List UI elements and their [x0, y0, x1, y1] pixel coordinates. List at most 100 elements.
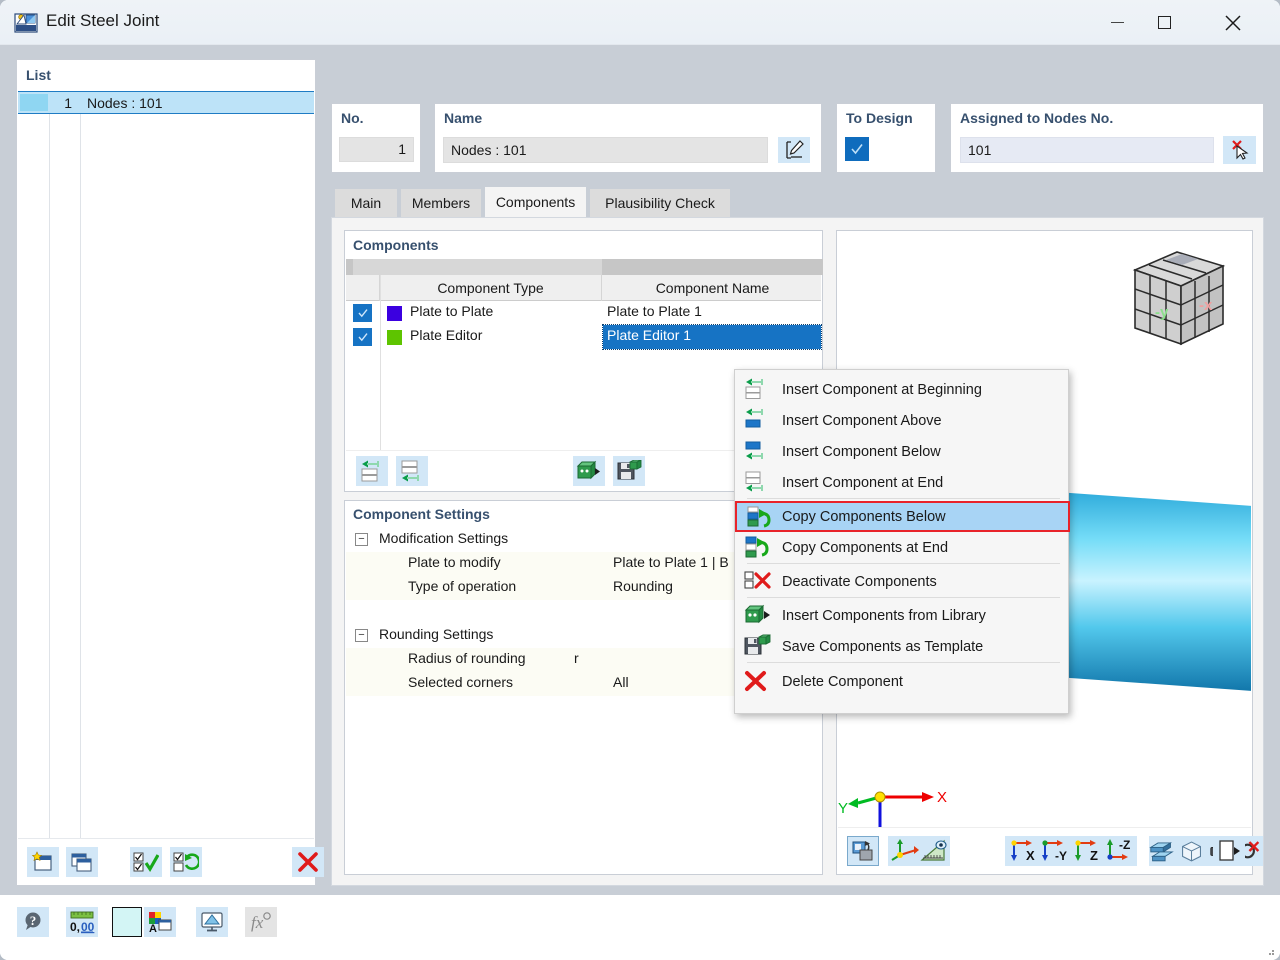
column-header-component-name[interactable]: Component Name [602, 275, 823, 301]
assigned-nodes-field-box: Assigned to Nodes No. 101 [950, 103, 1264, 173]
menu-item-insert-component-at-end[interactable]: Insert Component at End [736, 467, 1069, 498]
view-in-z-button[interactable]: Z [1069, 836, 1103, 866]
view-toolbar: X -Y Z -Z [838, 827, 1263, 873]
insert-from-library-button[interactable] [573, 456, 605, 486]
visualization-icon [201, 912, 223, 932]
menu-item-insert-component-at-beginning[interactable]: Insert Component at Beginning [736, 374, 1069, 405]
setting-value[interactable]: Plate to Plate 1 | B [613, 554, 729, 570]
setting-value[interactable]: Rounding [613, 578, 673, 594]
visualization-button[interactable] [196, 907, 228, 937]
tab-members-label: Members [411, 195, 471, 211]
list-item[interactable]: 1 Nodes : 101 [18, 91, 314, 114]
table-row[interactable]: Plate to Plate Plate to Plate 1 [346, 301, 821, 325]
copy-joint-button[interactable] [66, 847, 98, 877]
menu-item-insert-components-from-library[interactable]: Insert Components from Library [736, 600, 1069, 631]
list-item-label: Nodes : 101 [87, 94, 163, 111]
svg-text:0,: 0, [70, 920, 80, 934]
view-in-negative-z-button[interactable]: -Z [1101, 836, 1137, 866]
menu-item-delete-component[interactable]: Delete Component [736, 666, 1069, 697]
display-mode-group[interactable] [1149, 836, 1263, 866]
minimize-button[interactable] [1094, 0, 1140, 45]
assigned-nodes-pick-button[interactable] [1223, 136, 1256, 164]
main-tab-panel: Main Members Components Plausibility Che… [331, 185, 1264, 886]
name-field-box: Name Nodes : 101 [434, 103, 822, 173]
check-all-icon [133, 852, 159, 873]
insert-above-icon [744, 408, 774, 432]
no-label: No. [341, 110, 364, 126]
list-panel: List 1 Nodes : 101 [16, 59, 324, 886]
render-mode-icon [852, 841, 873, 861]
to-design-checkbox[interactable] [845, 137, 869, 161]
render-mode-button[interactable] [847, 836, 879, 866]
copy-at-end-icon [744, 535, 774, 559]
tab-members[interactable]: Members [401, 189, 481, 217]
component-color-swatch [387, 330, 402, 345]
tab-components[interactable]: Components [485, 187, 586, 217]
formula-icon: fx [251, 912, 271, 932]
collapse-icon[interactable]: − [355, 533, 368, 546]
close-button[interactable] [1210, 0, 1256, 45]
setting-label: Plate to modify [408, 554, 501, 570]
column-header-component-type[interactable]: Component Type [380, 275, 602, 301]
edit-pick-icon [786, 140, 804, 159]
close-icon [1225, 14, 1241, 31]
joint-list-grid[interactable]: 1 Nodes : 101 [18, 91, 314, 838]
row-enabled-checkbox[interactable] [353, 328, 372, 346]
setting-value[interactable]: All [613, 674, 629, 690]
view-in-negative-y-button[interactable]: -Y [1036, 836, 1072, 866]
help-button[interactable]: ? [17, 907, 49, 937]
solid-model-icon [1149, 842, 1174, 862]
menu-item-save-components-as-template[interactable]: Save Components as Template [736, 631, 1069, 662]
menu-separator [747, 563, 1060, 564]
insert-below-icon [744, 439, 774, 463]
no-value: 1 [339, 137, 414, 162]
menu-item-copy-components-at-end[interactable]: Copy Components at End [736, 532, 1069, 563]
select-all-button[interactable] [130, 847, 162, 877]
components-group-header [346, 259, 823, 275]
display-properties-button[interactable]: A [144, 907, 176, 937]
name-input[interactable]: Nodes : 101 [443, 137, 768, 163]
detach-view-button[interactable] [1213, 836, 1245, 866]
joint-color-swatch [20, 94, 48, 111]
name-edit-button[interactable] [778, 137, 810, 163]
save-as-template-button[interactable] [613, 456, 645, 486]
maximize-button[interactable] [1141, 0, 1187, 45]
settings-group-name: Rounding Settings [379, 626, 494, 642]
color-preview-button[interactable] [112, 907, 142, 937]
library-icon [744, 603, 774, 627]
menu-item-copy-components-below[interactable]: Copy Components Below [735, 501, 1070, 532]
view-in-x-button[interactable]: X [1005, 836, 1039, 866]
formula-button[interactable]: fx [245, 907, 277, 937]
setting-symbol: r [574, 650, 579, 666]
invert-selection-button[interactable] [170, 847, 202, 877]
units-icon: 0, 00 [70, 911, 95, 934]
insert-component-below-button[interactable] [396, 456, 428, 486]
units-button[interactable]: 0, 00 [66, 907, 98, 937]
new-joint-button[interactable] [27, 847, 59, 877]
assigned-nodes-input[interactable]: 101 [960, 137, 1214, 163]
resize-grip[interactable] [1265, 946, 1275, 956]
delete-joint-button[interactable] [292, 847, 324, 877]
tab-main[interactable]: Main [335, 189, 397, 217]
insert-at-end-icon [744, 470, 774, 494]
menu-item-deactivate-components[interactable]: Deactivate Components [736, 566, 1069, 597]
menu-item-insert-component-above[interactable]: Insert Component Above [736, 405, 1069, 436]
svg-text:-Z: -Z [1119, 839, 1130, 852]
insert-component-above-button[interactable] [356, 456, 388, 486]
svg-text:Z: Z [1090, 848, 1098, 863]
collapse-icon[interactable]: − [355, 629, 368, 642]
svg-text:Y: Y [838, 800, 848, 817]
tab-plausibility-check[interactable]: Plausibility Check [590, 189, 730, 217]
menu-item-insert-component-below[interactable]: Insert Component Below [736, 436, 1069, 467]
menu-item-label: Insert Components from Library [782, 607, 986, 624]
view-orientation-group[interactable] [888, 836, 950, 866]
component-name-cell: Plate to Plate 1 [607, 303, 702, 319]
component-type-cell: Plate to Plate [410, 303, 494, 319]
row-enabled-checkbox[interactable] [353, 304, 372, 322]
components-context-menu[interactable]: Insert Component at Beginning Insert Com… [734, 369, 1070, 714]
view-cube-face-right: -x [1199, 297, 1213, 314]
list-panel-title: List [26, 67, 51, 83]
tab-components-label: Components [495, 194, 576, 210]
table-row[interactable]: Plate Editor Plate Editor 1 [346, 324, 822, 350]
menu-item-label: Insert Component at End [782, 474, 944, 491]
